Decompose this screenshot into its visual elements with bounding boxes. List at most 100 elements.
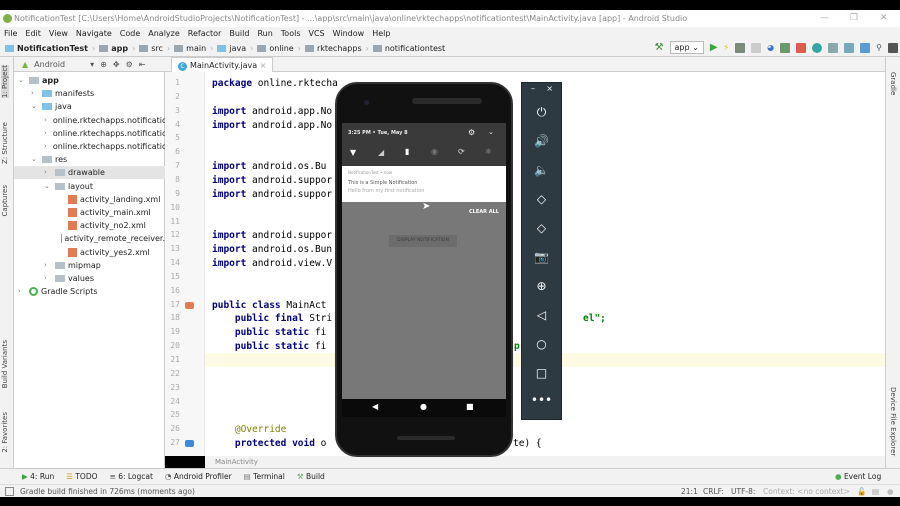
avd-manager-icon[interactable] (828, 42, 839, 53)
home-icon[interactable]: ○ (522, 337, 561, 351)
stop-icon[interactable] (796, 42, 807, 53)
tree-item[interactable]: activity_main.xml (57, 206, 165, 219)
menu-refactor[interactable]: Refactor (184, 27, 226, 40)
inspector-icon[interactable]: ▤ (872, 485, 879, 498)
build-hammer-icon[interactable]: ⚒ (655, 42, 664, 53)
breadcrumb-item[interactable]: app (99, 44, 128, 53)
clear-all-button[interactable]: CLEAR ALL (469, 209, 499, 215)
tree-item[interactable]: › online.rktechapps.notificatio (44, 140, 165, 153)
menu-view[interactable]: View (45, 27, 72, 40)
close-button[interactable]: ✕ (880, 10, 888, 27)
back-nav-icon[interactable]: ◀ (372, 402, 378, 411)
menu-window[interactable]: Window (329, 27, 369, 40)
tool-tab-terminal[interactable]: ▤ Terminal (244, 472, 285, 481)
tab-project[interactable]: 1: Project (1, 65, 9, 98)
tree-item[interactable]: ⌄ app (18, 74, 165, 87)
back-icon[interactable]: ◁ (522, 308, 561, 322)
menu-run[interactable]: Run (253, 27, 276, 40)
tree-item[interactable]: › drawable (14, 166, 165, 180)
attach-debugger-icon[interactable] (780, 42, 791, 53)
gear-icon[interactable]: ⚙ (126, 60, 133, 69)
event-log-button[interactable]: ● Event Log (835, 472, 881, 481)
breadcrumb-item[interactable]: java (217, 44, 246, 53)
tree-item[interactable]: › values (44, 272, 165, 285)
notification-card[interactable]: NotificationTest • now This is a Simple … (342, 166, 506, 202)
chevron-right-icon[interactable]: › (44, 140, 47, 153)
breadcrumb-item[interactable]: rktechapps (304, 44, 362, 53)
apply-changes-icon[interactable]: ⚡ (724, 43, 730, 52)
menu-code[interactable]: Code (116, 27, 144, 40)
wifi-icon[interactable]: ▼ (350, 148, 356, 157)
debug-icon[interactable] (735, 42, 746, 53)
tab-favorites[interactable]: 2: Favorites (1, 412, 9, 453)
run-config-select[interactable]: app ⌄ (669, 41, 704, 54)
cursor-position[interactable]: 21:1 (681, 485, 698, 498)
rotate-left-icon[interactable]: ◇ (522, 192, 561, 206)
tab-device-file-explorer[interactable]: Device File Explorer (889, 387, 897, 456)
chevron-right-icon[interactable]: › (44, 166, 52, 179)
menu-tools[interactable]: Tools (277, 27, 305, 40)
emulator-close-icon[interactable]: × (522, 84, 561, 93)
override-gutter-icon[interactable] (185, 301, 194, 309)
search-icon[interactable]: ⚲ (876, 43, 882, 52)
breadcrumb-item[interactable]: online (257, 44, 294, 53)
chevron-down-icon[interactable]: ⌄ (31, 153, 39, 166)
battery-icon[interactable]: ▮ (405, 147, 409, 156)
tree-item[interactable]: activity_landing.xml (57, 193, 165, 206)
chevron-down-icon[interactable]: ⌄ (31, 100, 39, 113)
display-notification-button[interactable]: DISPLAY NOTIFICATION (389, 235, 457, 247)
zoom-icon[interactable]: ⊕ (522, 279, 561, 293)
menu-build[interactable]: Build (225, 27, 253, 40)
notifications-icon[interactable]: ● (887, 485, 894, 498)
breadcrumb-item[interactable]: src (139, 44, 163, 53)
expand-chevron-icon[interactable]: ⌄ (488, 128, 494, 136)
sdk-manager-icon[interactable] (844, 42, 855, 53)
dropdown-icon[interactable]: ▾ (90, 60, 94, 69)
breadcrumb-item[interactable]: main (174, 44, 206, 53)
implements-gutter-icon[interactable] (185, 440, 194, 448)
chevron-right-icon[interactable]: › (31, 87, 39, 100)
tree-item[interactable]: activity_no2.xml (57, 219, 165, 232)
project-structure-icon[interactable] (860, 42, 871, 53)
menu-vcs[interactable]: VCS (305, 27, 329, 40)
tree-item[interactable]: › manifests (31, 87, 165, 100)
home-nav-icon[interactable]: ● (420, 402, 427, 411)
chevron-right-icon[interactable]: › (18, 285, 26, 298)
menu-analyze[interactable]: Analyze (144, 27, 184, 40)
dnd-icon[interactable]: ◉ (431, 147, 438, 156)
rotate-right-icon[interactable]: ◇ (522, 221, 561, 235)
menu-file[interactable]: File (0, 27, 21, 40)
menu-navigate[interactable]: Navigate (72, 27, 116, 40)
power-icon[interactable]: ⏻ (522, 105, 561, 120)
tab-build-variants[interactable]: Build Variants (1, 340, 9, 388)
tab-mainactivity[interactable]: C MainActivity.java × (171, 57, 274, 72)
tree-item[interactable]: › Gradle Scripts (18, 285, 165, 298)
more-icon[interactable]: ••• (522, 393, 561, 407)
overview-nav-icon[interactable]: ■ (466, 402, 474, 411)
tool-tab-logcat[interactable]: ≡ 6: Logcat (110, 472, 153, 481)
chevron-right-icon[interactable]: › (44, 259, 52, 272)
collapse-icon[interactable]: ✥ (113, 60, 120, 69)
tab-gradle[interactable]: Gradle (889, 72, 897, 95)
tool-tab-build[interactable]: ⚒ Build (297, 472, 325, 481)
minimize-button[interactable]: — (820, 10, 829, 27)
chevron-right-icon[interactable]: › (44, 114, 47, 127)
tab-structure[interactable]: Z: Structure (1, 122, 9, 164)
menu-edit[interactable]: Edit (21, 27, 45, 40)
tree-item[interactable]: ⌄ layout (44, 180, 165, 193)
sync-gradle-icon[interactable] (812, 42, 823, 53)
screenshot-icon[interactable]: 📷 (522, 250, 561, 264)
chevron-right-icon[interactable]: › (44, 272, 52, 285)
tool-tab-android-profiler[interactable]: ◔ Android Profiler (165, 472, 232, 481)
volume-down-icon[interactable]: 🔈 (522, 163, 561, 177)
cellular-icon[interactable]: ◢ (378, 148, 384, 157)
tool-windows-toggle-icon[interactable] (5, 487, 14, 496)
user-avatar-icon[interactable] (888, 42, 898, 53)
tree-item[interactable]: › mipmap (44, 259, 165, 272)
tool-tab-run[interactable]: ▶ 4: Run (22, 472, 54, 481)
tree-item[interactable]: activity_remote_receiver. (57, 232, 165, 245)
tree-item[interactable]: ⌄ res (31, 153, 165, 166)
sync-icon[interactable]: ⊕ (100, 60, 107, 69)
hide-icon[interactable]: ⇤ (139, 60, 146, 69)
chevron-right-icon[interactable]: › (44, 127, 47, 140)
